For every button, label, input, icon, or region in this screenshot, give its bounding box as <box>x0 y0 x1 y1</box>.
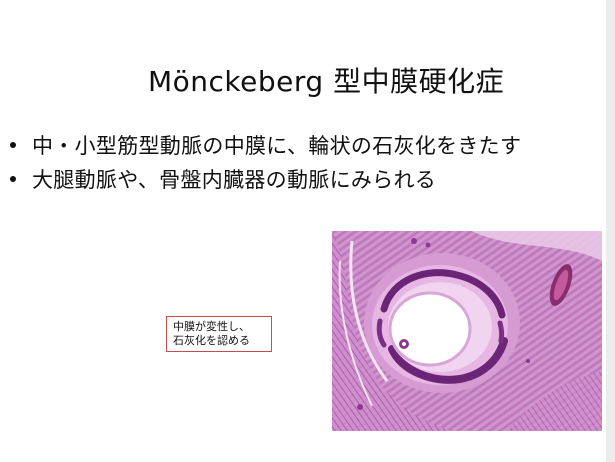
slide: Mönckeberg 型中膜硬化症 中・小型筋型動脈の中膜に、輪状の石灰化をきた… <box>0 0 615 462</box>
bullet-item: 中・小型筋型動脈の中膜に、輪状の石灰化をきたす <box>10 128 521 162</box>
histology-micrograph <box>332 231 602 431</box>
annotation-callout: 中膜が変性し、 石灰化を認める <box>166 316 272 352</box>
bullet-dot-icon <box>10 176 16 182</box>
bullet-text: 中・小型筋型動脈の中膜に、輪状の石灰化をきたす <box>32 134 522 158</box>
bullet-item: 大腿動脈や、骨盤内臓器の動脈にみられる <box>10 162 521 196</box>
bullet-dot-icon <box>10 142 16 148</box>
bullet-text: 大腿動脈や、骨盤内臓器の動脈にみられる <box>32 168 437 192</box>
slide-edge <box>606 0 615 462</box>
callout-line-2: 石灰化を認める <box>173 334 250 347</box>
slide-title: Mönckeberg 型中膜硬化症 <box>148 65 505 98</box>
bullet-list: 中・小型筋型動脈の中膜に、輪状の石灰化をきたす 大腿動脈や、骨盤内臓器の動脈にみ… <box>10 128 521 196</box>
callout-line-1: 中膜が変性し、 <box>173 320 250 333</box>
histology-image <box>332 231 602 431</box>
